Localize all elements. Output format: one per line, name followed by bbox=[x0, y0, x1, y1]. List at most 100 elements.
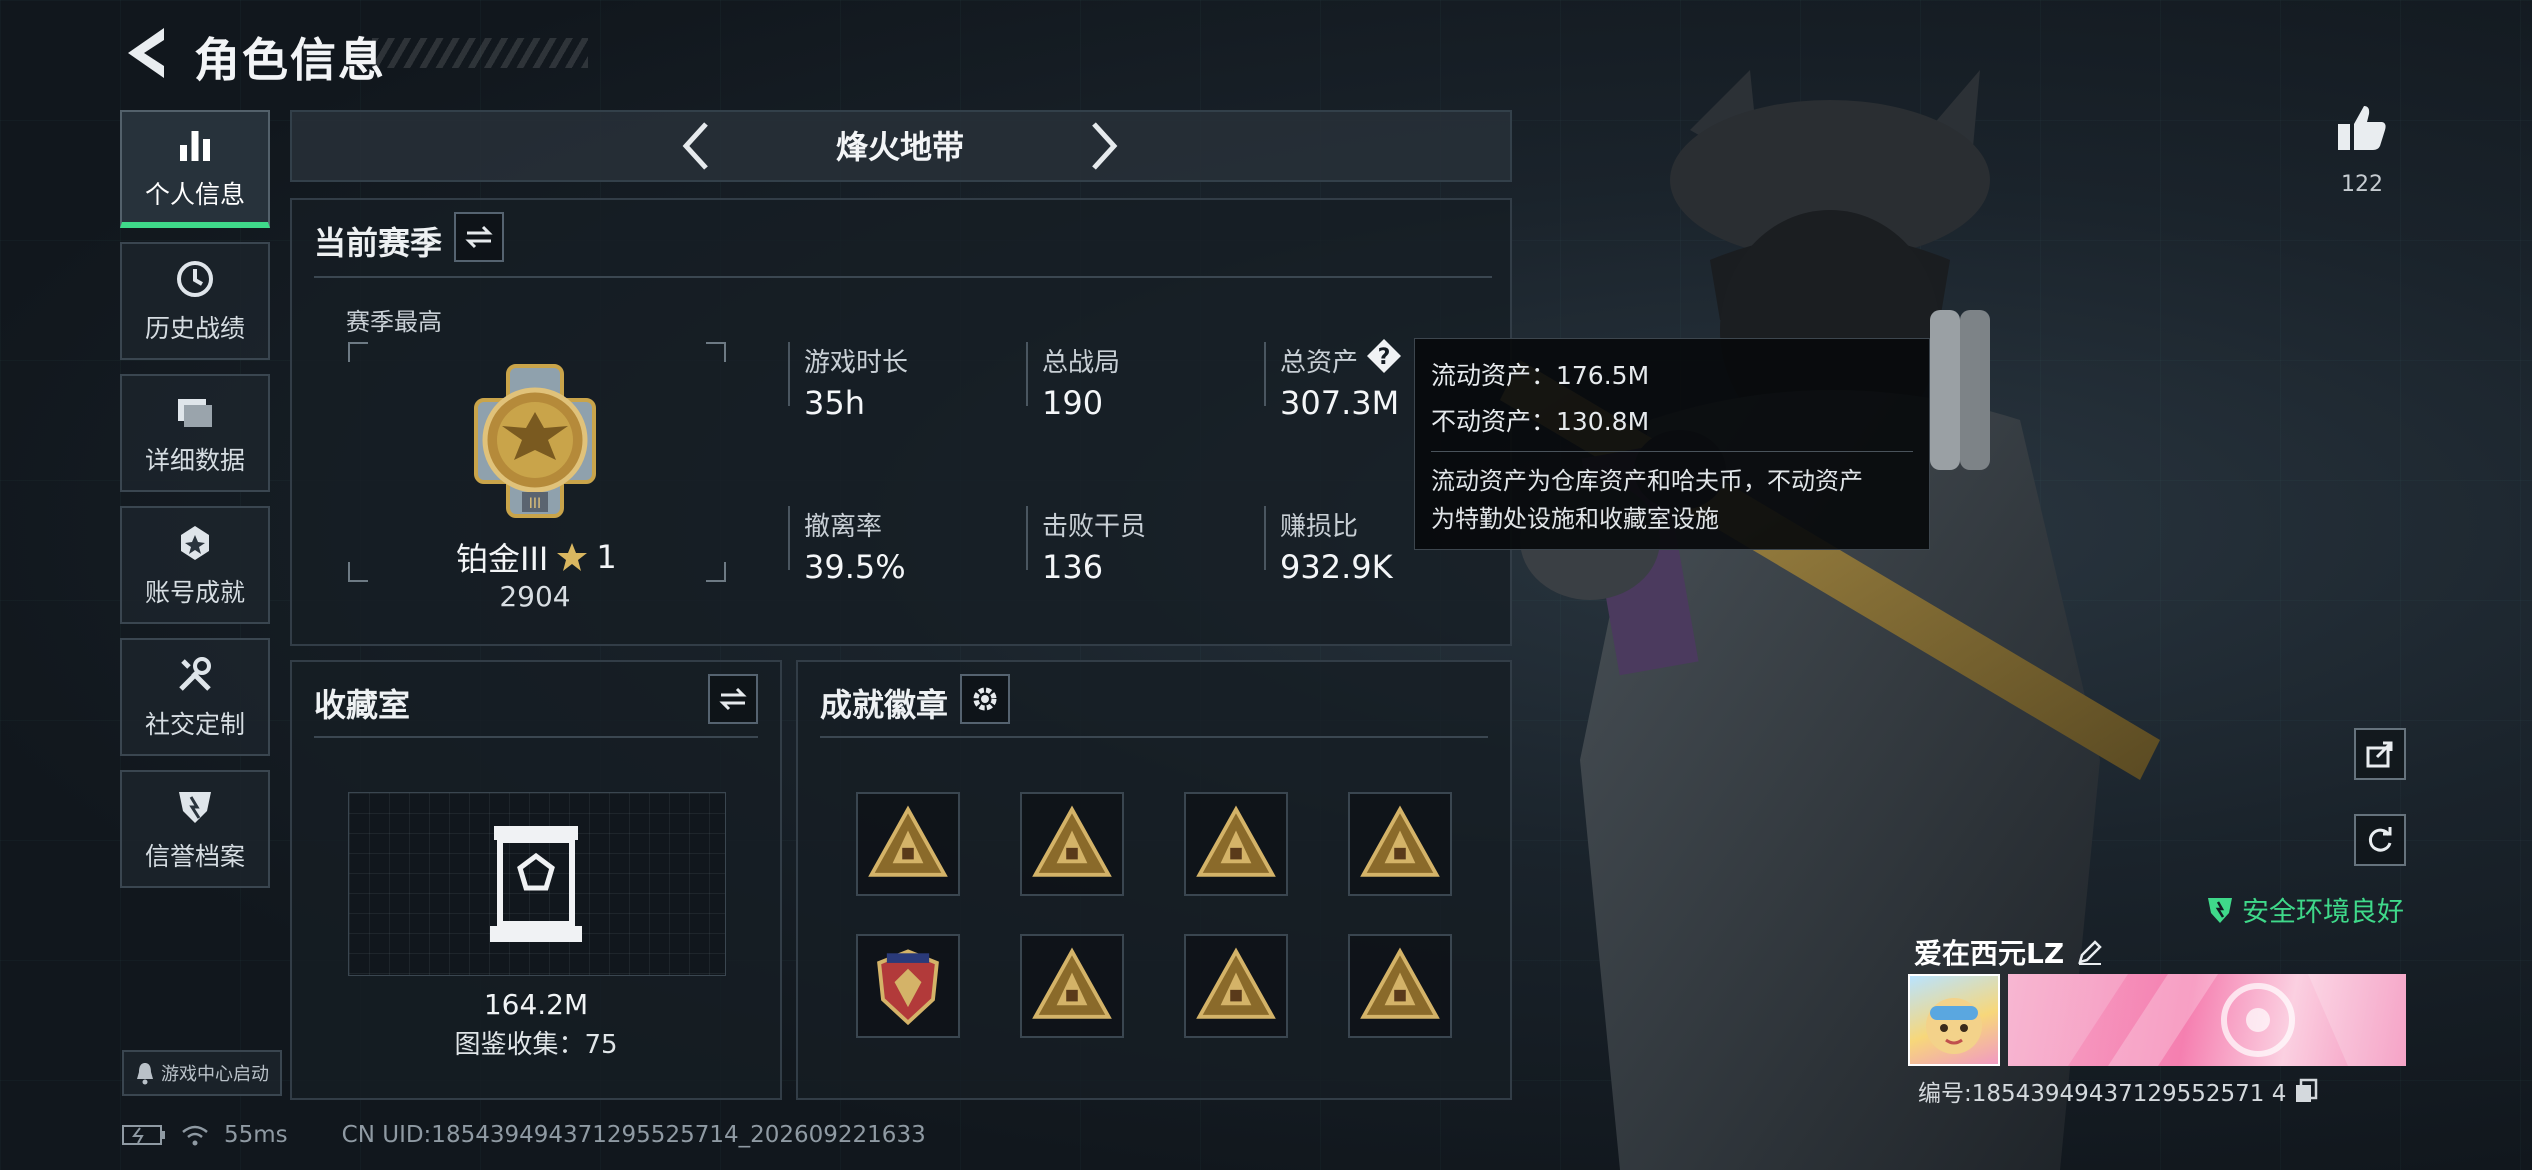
tooltip-desc-line-2: 为特勤处设施和收藏室设施 bbox=[1431, 505, 1719, 533]
swap-icon bbox=[719, 687, 747, 711]
stat-value: 39.5% bbox=[804, 548, 906, 586]
back-arrow-icon bbox=[128, 28, 164, 78]
badges-title: 成就徽章 bbox=[820, 686, 949, 724]
swap-icon bbox=[465, 225, 493, 249]
game-center-launch-button[interactable]: 游戏中心启动 bbox=[122, 1050, 282, 1096]
badges-settings-button[interactable] bbox=[960, 674, 1010, 724]
security-status-text: 安全环境良好 bbox=[2242, 897, 2404, 928]
achievement-icon bbox=[173, 521, 217, 565]
collection-switch-button[interactable] bbox=[708, 674, 758, 724]
mode-name: 烽火地带 bbox=[835, 128, 964, 166]
achievement-badge[interactable] bbox=[856, 934, 960, 1038]
battery-icon bbox=[122, 1125, 165, 1145]
collection-divider bbox=[314, 736, 758, 738]
stat-value: 35h bbox=[804, 384, 865, 422]
achievement-badge[interactable] bbox=[1020, 934, 1124, 1038]
achievement-badge[interactable] bbox=[1184, 792, 1288, 896]
question-icon: ? bbox=[1367, 339, 1401, 373]
avatar[interactable] bbox=[1908, 974, 2000, 1066]
badge-emblem-icon bbox=[1196, 947, 1276, 1019]
badge-emblem-icon bbox=[868, 805, 948, 877]
sidebar-item-label: 社交定制 bbox=[144, 710, 245, 739]
svg-text:?: ? bbox=[1378, 345, 1391, 370]
season-switch-button[interactable] bbox=[454, 212, 504, 262]
refresh-button[interactable] bbox=[2354, 814, 2406, 866]
frame-corner bbox=[348, 562, 368, 582]
stat-label: 游戏时长 bbox=[804, 348, 909, 378]
sidebar-item-label: 信誉档案 bbox=[144, 842, 245, 871]
rank-stars: 1 bbox=[596, 538, 617, 576]
folder-icon bbox=[173, 389, 217, 433]
stat-label: 总战局 bbox=[1042, 348, 1121, 378]
launch-label: 游戏中心启动 bbox=[161, 1064, 269, 1085]
sidebar-item-history[interactable]: 历史战绩 bbox=[120, 242, 270, 360]
back-button[interactable] bbox=[118, 22, 174, 84]
stat-value: 190 bbox=[1042, 384, 1104, 422]
assets-tooltip: 流动资产：176.5M 不动资产：130.8M 流动资产为仓库资产和哈夫币，不动… bbox=[1414, 338, 1930, 550]
share-icon bbox=[2366, 741, 2393, 768]
sidebar-item-social[interactable]: 社交定制 bbox=[120, 638, 270, 756]
ping-value: 55ms bbox=[224, 1122, 288, 1148]
tooltip-liquid-assets: 流动资产：176.5M bbox=[1431, 361, 1650, 390]
stat-label: 击败干员 bbox=[1042, 512, 1147, 542]
season-title: 当前赛季 bbox=[314, 224, 443, 262]
frame-corner bbox=[706, 562, 726, 582]
collection-title: 收藏室 bbox=[314, 686, 411, 724]
stat-label: 赚损比 bbox=[1280, 512, 1359, 542]
badges-divider bbox=[820, 736, 1488, 738]
like-button[interactable] bbox=[2336, 102, 2388, 154]
star-icon bbox=[557, 543, 588, 571]
season-best-label: 赛季最高 bbox=[346, 308, 442, 336]
security-status: 安全环境良好 bbox=[2206, 890, 2404, 929]
player-name: 爱在西元LZ bbox=[1914, 937, 2065, 970]
stat-separator bbox=[788, 342, 790, 406]
edit-icon[interactable] bbox=[2076, 938, 2104, 966]
player-name-row: 爱在西元LZ bbox=[1914, 932, 2104, 972]
achievement-badge[interactable] bbox=[1020, 792, 1124, 896]
sidebar-item-personal-info[interactable]: 个人信息 bbox=[120, 110, 270, 228]
tooltip-fixed-assets: 不动资产：130.8M bbox=[1431, 407, 1650, 436]
sidebar-item-detail-data[interactable]: 详细数据 bbox=[120, 374, 270, 492]
achievement-badge[interactable] bbox=[1184, 934, 1288, 1038]
safety-shield-icon bbox=[2208, 897, 2232, 923]
collection-count: 图鉴收集：75 bbox=[454, 1030, 618, 1060]
svg-text:III: III bbox=[529, 496, 541, 512]
tooltip-divider bbox=[1431, 451, 1913, 452]
mode-next-button[interactable] bbox=[1078, 118, 1128, 174]
chevron-right-icon bbox=[1092, 122, 1118, 170]
achievement-badge[interactable] bbox=[1348, 934, 1452, 1038]
sidebar-item-label: 详细数据 bbox=[144, 446, 245, 475]
badge-emblem-icon bbox=[1032, 805, 1112, 877]
stat-separator bbox=[1264, 342, 1266, 406]
sidebar-item-achievements[interactable]: 账号成就 bbox=[120, 506, 270, 624]
shield-icon bbox=[173, 785, 217, 829]
badge-emblem-icon bbox=[1360, 947, 1440, 1019]
sidebar-item-label: 历史战绩 bbox=[144, 314, 245, 343]
stat-separator bbox=[1026, 342, 1028, 406]
rank-name: 铂金III bbox=[456, 540, 549, 578]
badge-emblem-icon bbox=[1360, 805, 1440, 877]
title-decoration bbox=[372, 38, 588, 68]
display-case-icon bbox=[486, 822, 586, 946]
bar-chart-icon bbox=[173, 123, 217, 167]
stat-separator bbox=[1264, 506, 1266, 570]
platinum-rank-icon: III bbox=[474, 364, 596, 518]
mode-prev-button[interactable] bbox=[672, 118, 722, 174]
stat-value: 932.9K bbox=[1280, 548, 1393, 586]
stat-value: 136 bbox=[1042, 548, 1104, 586]
help-button[interactable]: ? bbox=[1366, 338, 1402, 374]
stat-separator bbox=[788, 506, 790, 570]
badge-emblem-icon bbox=[1032, 947, 1112, 1019]
collection-value: 164.2M bbox=[483, 988, 589, 1021]
achievement-badge[interactable] bbox=[1348, 792, 1452, 896]
copy-icon[interactable] bbox=[2294, 1078, 2318, 1104]
share-button[interactable] bbox=[2354, 728, 2406, 780]
profile-banner bbox=[2008, 974, 2406, 1066]
stat-separator bbox=[1026, 506, 1028, 570]
rank-line: 铂金III 1 bbox=[456, 534, 617, 580]
achievement-badge[interactable] bbox=[856, 792, 960, 896]
thumbs-up-icon bbox=[2338, 106, 2386, 150]
sidebar-item-credit[interactable]: 信誉档案 bbox=[120, 770, 270, 888]
sidebar-item-label: 账号成就 bbox=[144, 578, 245, 607]
like-count: 122 bbox=[2341, 172, 2383, 197]
